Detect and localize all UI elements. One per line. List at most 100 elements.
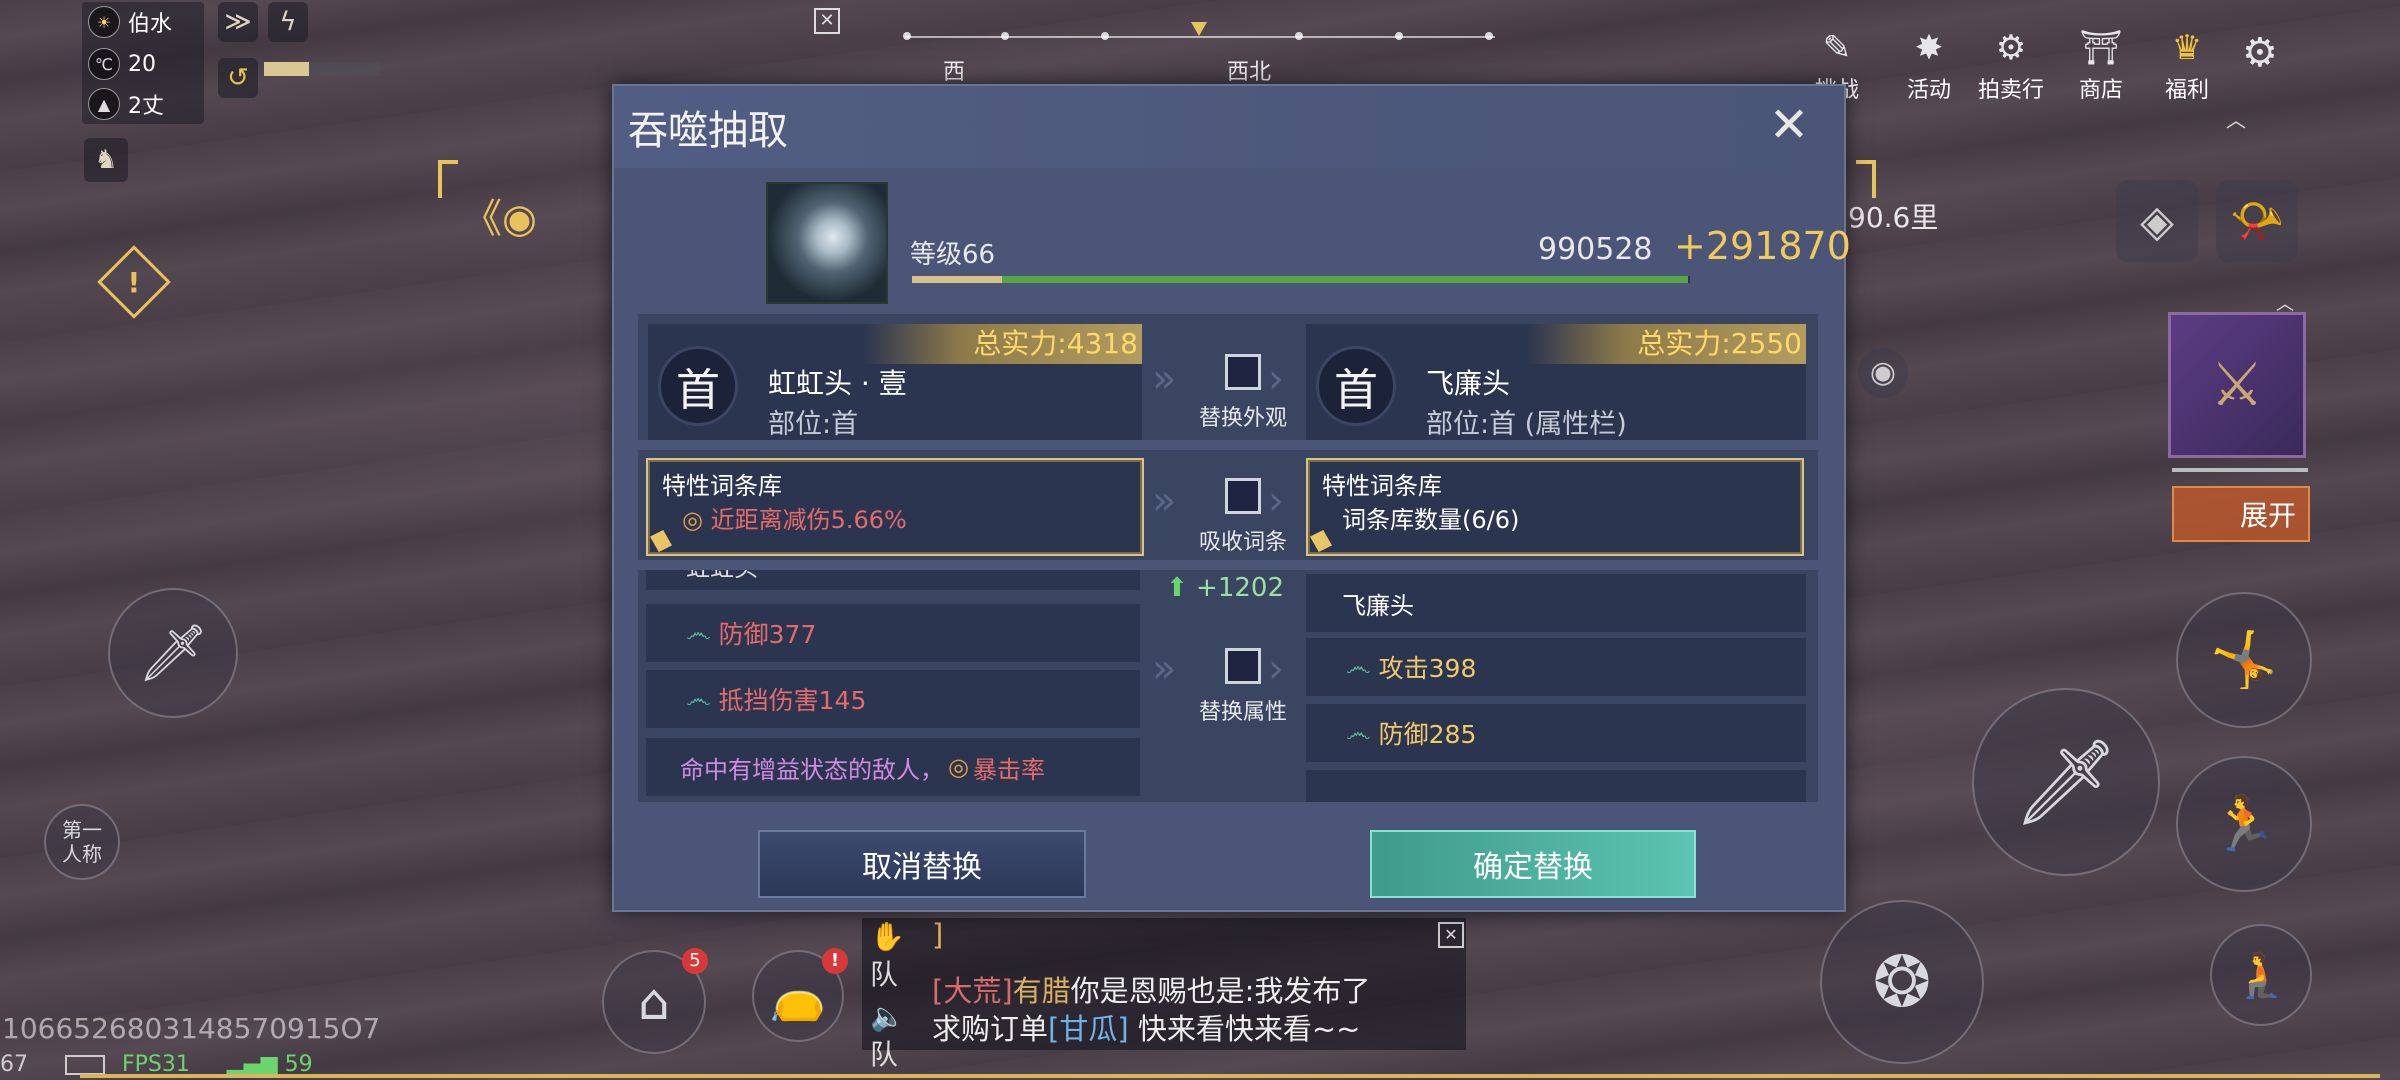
chat-panel[interactable]: ✋队 🔈队 ] [大荒]有腊你是恩赐也是:我发布了 求购订单[甘瓜] 快来看快来…: [862, 918, 1466, 1071]
attack-button-left[interactable]: 🗡: [108, 588, 238, 718]
skill-button-1[interactable]: 🤸: [2176, 592, 2312, 728]
auction-icon: ⚙: [1995, 28, 2027, 68]
left-item-name: 虹虹头 · 壹: [768, 367, 907, 400]
right-item-name: 飞廉头: [1426, 367, 1511, 400]
battery-value: 67: [0, 1052, 28, 1077]
left-trait-value: ◎ 近距离减伤5.66%: [682, 500, 907, 535]
left-attr-row: ෴ 抵挡伤害145: [646, 670, 1140, 728]
activity-icon: ✸: [1914, 28, 1944, 68]
attack-button[interactable]: 🗡: [1972, 688, 2160, 876]
temperature-row: ℃ 20: [88, 46, 156, 82]
skill-button-2[interactable]: 🏃: [2176, 756, 2312, 892]
battery-icon: [65, 1055, 105, 1075]
chat-line-1: [大荒]有腊你是恩赐也是:我发布了: [932, 968, 1370, 1010]
swirl-icon: ◎: [682, 506, 703, 534]
attribute-compare-panel: 虹虹头 ෴防御377 ෴抵挡伤害145 命中有增益状态的敌人，◎暴击率 ⬆ +1…: [638, 570, 1818, 802]
cancel-replace-button[interactable]: 取消替换: [758, 830, 1086, 898]
crouch-button[interactable]: 🧎: [2210, 924, 2312, 1026]
quest-tracker-icon[interactable]: 《◉: [462, 186, 592, 246]
collapse-arrow-icon[interactable]: ︿: [2226, 104, 2246, 133]
diamond-skill-icon[interactable]: ◈: [2116, 180, 2198, 262]
compass-close-icon[interactable]: ✕: [814, 8, 840, 34]
special-skill-button[interactable]: ❂: [1820, 900, 1984, 1064]
attr-gain: ⬆ +1202: [1150, 570, 1300, 610]
right-attr-row: ෴ 攻击398: [1306, 638, 1806, 696]
left-trait-text: 近距离减伤5.66%: [710, 506, 907, 534]
team-voice-button[interactable]: ✋队: [870, 920, 926, 991]
replace-attr-label: 替换属性: [1198, 700, 1287, 725]
chevron-right-icon: »: [1152, 478, 1177, 524]
chat-item-link[interactable]: [甘瓜]: [1048, 1012, 1129, 1046]
helmet-icon: 首: [1316, 346, 1396, 426]
horn-skill-icon[interactable]: 📯: [2216, 180, 2298, 262]
compass-pointer-icon: [1191, 22, 1207, 36]
menu-shop[interactable]: ⛩ 商店: [2076, 28, 2126, 104]
left-attr-header: 虹虹头: [646, 570, 1140, 590]
sun-icon: ☀: [88, 6, 120, 38]
challenge-icon: ✎: [1822, 28, 1852, 68]
confirm-replace-button[interactable]: 确定替换: [1370, 830, 1696, 898]
replace-attr-option[interactable]: 替换属性: [1178, 648, 1308, 726]
expand-label: 展开: [2239, 499, 2296, 532]
welfare-icon: ♛: [2171, 28, 2203, 68]
lightning-icon[interactable]: ϟ: [268, 2, 308, 42]
menu-label: 商店: [2078, 78, 2123, 103]
replace-appearance-option[interactable]: 替换外观: [1178, 354, 1308, 432]
attr-text: 抵挡伤害145: [718, 686, 867, 715]
pet-level: 等级66: [910, 240, 996, 270]
right-attr-header: 飞廉头: [1306, 574, 1806, 632]
left-item-power: 总实力:4318: [863, 324, 1142, 364]
thermometer-icon: ℃: [88, 48, 120, 80]
replace-appearance-checkbox[interactable]: [1225, 354, 1261, 390]
replace-appearance-label: 替换外观: [1198, 406, 1287, 431]
first-person-label: 第一 人称: [62, 818, 102, 866]
crouch-icon: 🧎: [2233, 950, 2289, 1001]
chat-channel: [大荒]: [932, 974, 1013, 1008]
chat-nickname[interactable]: 有腊: [1013, 974, 1071, 1008]
home-icon: ⌂: [638, 973, 670, 1031]
left-attr-row: ෴ 防御377: [646, 604, 1140, 662]
menu-auction[interactable]: ⚙ 拍卖行: [1978, 28, 2044, 104]
target-bracket-right: [1856, 160, 1876, 198]
scroll-icon: [650, 530, 672, 552]
left-item-card: 总实力:4318 首 虹虹头 · 壹 部位:首: [648, 324, 1142, 440]
close-icon[interactable]: ✕: [1764, 100, 1814, 150]
helmet-icon: 首: [658, 346, 738, 426]
right-trait-title: 特性词条库: [1322, 472, 1442, 500]
dash-skill-icon[interactable]: ≫: [218, 2, 258, 42]
replace-attr-checkbox[interactable]: [1225, 648, 1261, 684]
attr-text: 防御377: [718, 620, 817, 649]
eye-icon[interactable]: ◉: [1858, 348, 1908, 398]
right-attr-row: ෴ 防御285: [1306, 704, 1806, 762]
home-badge: 5: [682, 948, 708, 974]
menu-activity[interactable]: ✸ 活动: [1904, 28, 1954, 104]
settings-icon[interactable]: ⚙: [2242, 30, 2286, 76]
weather-text: 伯水: [128, 12, 173, 37]
mountain-icon: ▲: [88, 88, 120, 120]
first-person-toggle[interactable]: 第一 人称: [44, 804, 120, 880]
right-trait-library[interactable]: 特性词条库 词条库数量(6/6): [1306, 458, 1804, 556]
absorb-trait-checkbox[interactable]: [1225, 478, 1261, 514]
weather-panel: ☀ 伯水 ℃ 20 ▲ 2丈: [82, 2, 204, 124]
weather-row: ☀ 伯水: [88, 4, 172, 40]
absorb-trait-option[interactable]: 吸收词条: [1178, 478, 1308, 556]
chevron-right-icon: »: [1152, 356, 1177, 402]
right-attr-row: [1306, 770, 1806, 802]
menu-welfare[interactable]: ♛ 福利: [2162, 28, 2212, 104]
chat-close-icon[interactable]: ✕: [1438, 922, 1464, 948]
team-speaker-button[interactable]: 🔈队: [870, 1000, 926, 1071]
expand-button[interactable]: 展开: [2172, 486, 2310, 542]
right-item-card: 总实力:2550 首 飞廉头 部位:首 (属性栏): [1306, 324, 1806, 440]
mount-icon[interactable]: ♞: [84, 138, 128, 182]
runner-icon: 🏃: [2210, 792, 2278, 855]
attr-text: 防御285: [1378, 720, 1477, 749]
cloud-icon: ෴: [1346, 717, 1371, 748]
depth-row: ▲ 2丈: [88, 86, 164, 122]
swirl-icon: ◎: [948, 753, 969, 781]
compass-bar: 西 西北: [903, 22, 1495, 85]
attr-gain-value: +1202: [1196, 573, 1284, 603]
weapon-slot-icon[interactable]: ⚔: [2168, 312, 2306, 458]
left-trait-library[interactable]: 特性词条库 ◎ 近距离减伤5.66%: [646, 458, 1144, 556]
left-trait-title: 特性词条库: [662, 472, 782, 500]
note-text: 命中有增益状态的敌人，: [680, 755, 944, 784]
